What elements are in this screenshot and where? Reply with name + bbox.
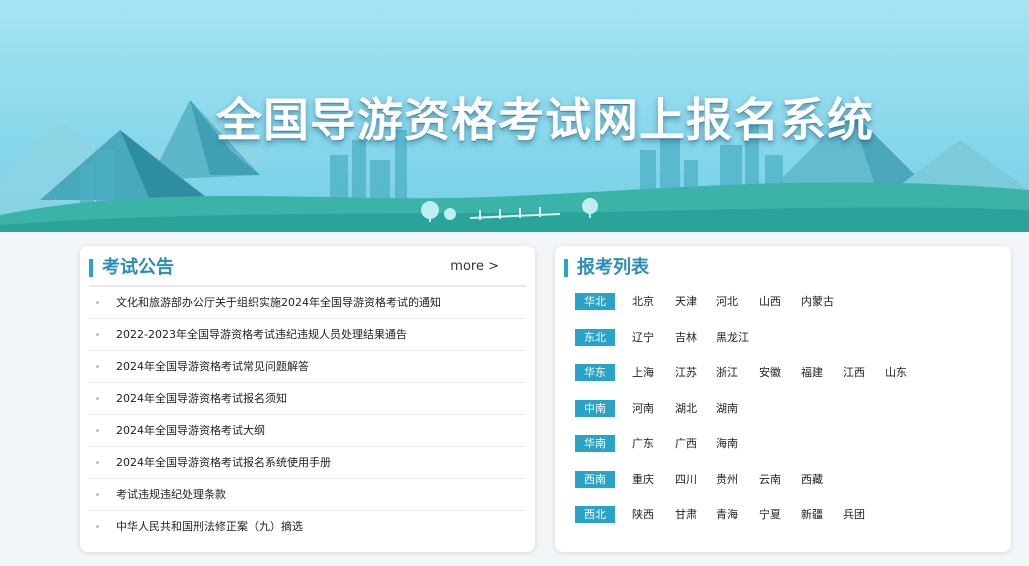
notice-item[interactable]: 2022-2023年全国导游资格考试违纪违规人员处理结果通告: [89, 319, 526, 351]
notice-item-label: 2022-2023年全国导游资格考试违纪违规人员处理结果通告: [116, 328, 407, 341]
notice-list: 文化和旅游部办公厅关于组织实施2024年全国导游资格考试的通知 2022-202…: [89, 287, 526, 542]
province-link[interactable]: 吉林: [675, 329, 697, 346]
notice-item-label: 中华人民共和国刑法修正案（九）摘选: [116, 520, 303, 533]
notice-item[interactable]: 中华人民共和国刑法修正案（九）摘选: [89, 511, 526, 542]
region-tag[interactable]: 华东: [575, 364, 615, 381]
province-link[interactable]: 山东: [885, 364, 907, 381]
bullet-icon: [96, 333, 99, 336]
notice-item-label: 2024年全国导游资格考试报名系统使用手册: [116, 456, 331, 469]
province-link[interactable]: 内蒙古: [801, 293, 834, 310]
bullet-icon: [96, 429, 99, 432]
bullet-icon: [96, 301, 99, 304]
province-link[interactable]: 浙江: [716, 364, 738, 381]
region-tag[interactable]: 西北: [575, 506, 615, 523]
province-link[interactable]: 福建: [801, 364, 823, 381]
header-banner: 全国导游资格考试网上报名系统: [0, 0, 1029, 232]
region-tag[interactable]: 华南: [575, 435, 615, 452]
province-link[interactable]: 河北: [716, 293, 738, 310]
province-link[interactable]: 四川: [675, 471, 697, 488]
province-link[interactable]: 西藏: [801, 471, 823, 488]
province-link[interactable]: 陕西: [632, 506, 654, 523]
region-tag[interactable]: 华北: [575, 293, 615, 310]
page-title: 全国导游资格考试网上报名系统: [216, 93, 874, 147]
notice-item-label: 2024年全国导游资格考试常见问题解答: [116, 360, 309, 373]
notice-item[interactable]: 2024年全国导游资格考试报名须知: [89, 383, 526, 415]
province-link[interactable]: 贵州: [716, 471, 738, 488]
province-link[interactable]: 云南: [759, 471, 781, 488]
section-bar-icon: [564, 259, 568, 277]
province-link[interactable]: 江苏: [675, 364, 697, 381]
province-link[interactable]: 安徽: [759, 364, 781, 381]
region-tag[interactable]: 中南: [575, 399, 615, 417]
region-tag[interactable]: 西南: [575, 470, 615, 488]
notice-item[interactable]: 文化和旅游部办公厅关于组织实施2024年全国导游资格考试的通知: [89, 287, 526, 319]
province-link[interactable]: 青海: [716, 506, 738, 523]
bullet-icon: [96, 461, 99, 464]
province-link[interactable]: 北京: [632, 293, 654, 310]
notice-item[interactable]: 2024年全国导游资格考试报名系统使用手册: [89, 447, 526, 479]
more-link[interactable]: more >: [450, 259, 499, 274]
region-tag[interactable]: 东北: [575, 328, 615, 346]
province-link[interactable]: 湖南: [716, 400, 738, 417]
notice-item-label: 文化和旅游部办公厅关于组织实施2024年全国导游资格考试的通知: [116, 296, 441, 309]
notice-item[interactable]: 考试违规违纪处理条款: [89, 479, 526, 511]
province-link[interactable]: 兵团: [843, 506, 865, 523]
bullet-icon: [96, 493, 99, 496]
notice-item-label: 考试违规违纪处理条款: [116, 488, 226, 501]
province-link[interactable]: 海南: [716, 435, 738, 452]
notice-item[interactable]: 2024年全国导游资格考试常见问题解答: [89, 351, 526, 383]
notice-panel-title: 考试公告: [102, 257, 174, 278]
province-link[interactable]: 甘肃: [675, 506, 697, 523]
notice-item-label: 2024年全国导游资格考试大纲: [116, 424, 265, 437]
bullet-icon: [96, 525, 99, 528]
notice-panel: 考试公告 more > 文化和旅游部办公厅关于组织实施2024年全国导游资格考试…: [80, 246, 535, 552]
province-link[interactable]: 宁夏: [759, 506, 781, 523]
register-panel: 报考列表 华北 北京 天津 河北 山西 内蒙古东北 辽宁 吉林 黑龙江华东 上海 江苏 浙江 安徽 福建 江…: [555, 246, 1011, 552]
register-panel-title: 报考列表: [577, 257, 649, 278]
province-link[interactable]: 湖北: [675, 400, 697, 417]
province-link[interactable]: 广东: [632, 435, 654, 452]
notice-panel-header: 考试公告 more >: [89, 255, 526, 287]
notice-item[interactable]: 2024年全国导游资格考试大纲: [89, 415, 526, 447]
province-link[interactable]: 重庆: [632, 471, 654, 488]
province-link[interactable]: 山西: [759, 293, 781, 310]
bullet-icon: [96, 397, 99, 400]
province-link[interactable]: 上海: [632, 364, 654, 381]
register-panel-header: 报考列表: [564, 255, 1002, 285]
province-link[interactable]: 新疆: [801, 506, 823, 523]
province-link[interactable]: 黑龙江: [716, 329, 749, 346]
province-link[interactable]: 辽宁: [632, 329, 654, 346]
province-link[interactable]: 天津: [675, 293, 697, 310]
section-bar-icon: [89, 259, 93, 277]
bullet-icon: [96, 365, 99, 368]
province-link[interactable]: 广西: [675, 435, 697, 452]
province-link[interactable]: 江西: [843, 364, 865, 381]
notice-item-label: 2024年全国导游资格考试报名须知: [116, 392, 287, 405]
province-link[interactable]: 河南: [632, 400, 654, 417]
